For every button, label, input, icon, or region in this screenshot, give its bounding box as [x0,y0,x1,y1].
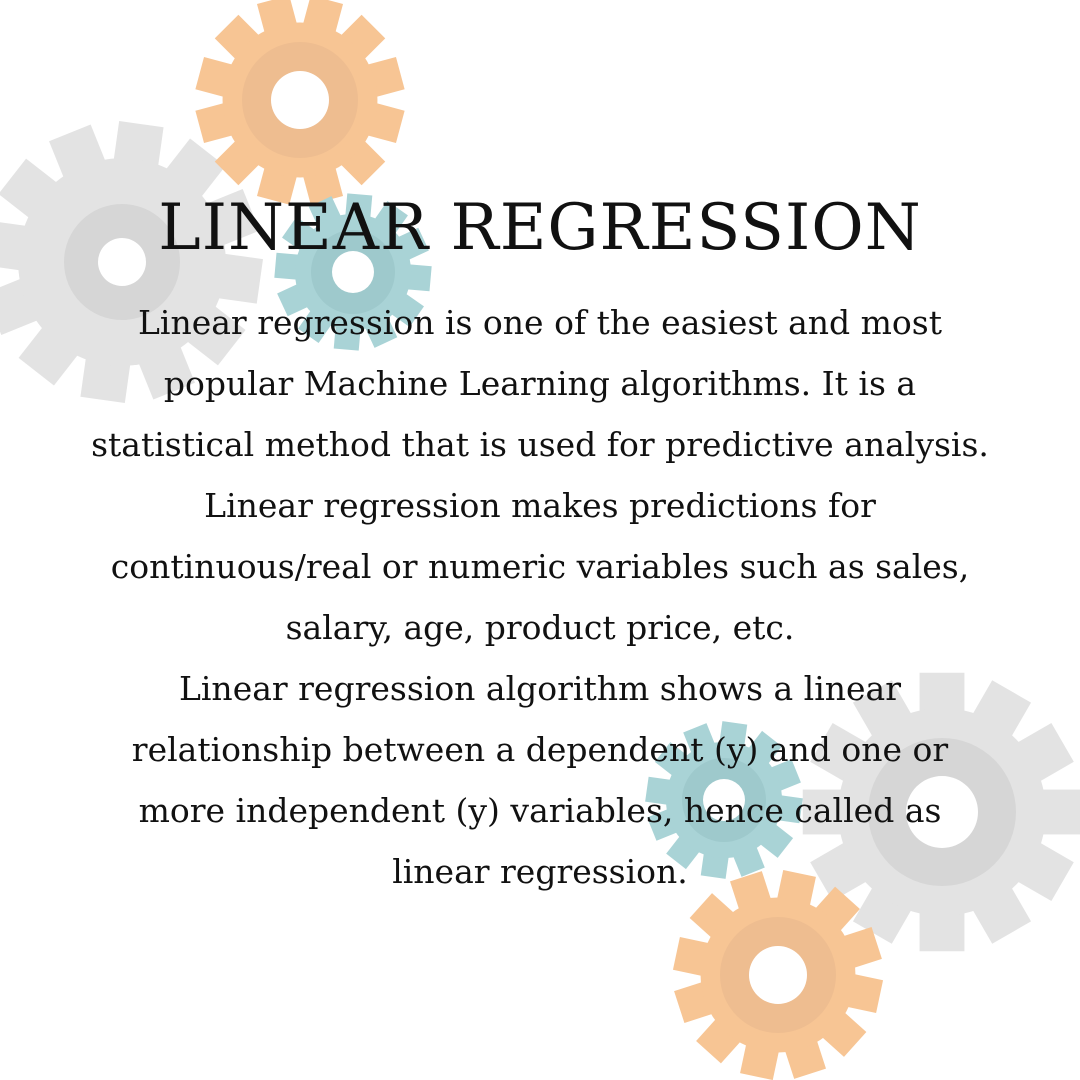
description-paragraph-2: Linear regression algorithm shows a line… [131,669,949,891]
description-text: Linear regression is one of the easiest … [90,292,990,902]
poster: LINEAR REGRESSION Linear regression is o… [0,0,1080,1080]
description-paragraph-1: Linear regression is one of the easiest … [91,303,989,647]
page-title: LINEAR REGRESSION [158,191,922,265]
